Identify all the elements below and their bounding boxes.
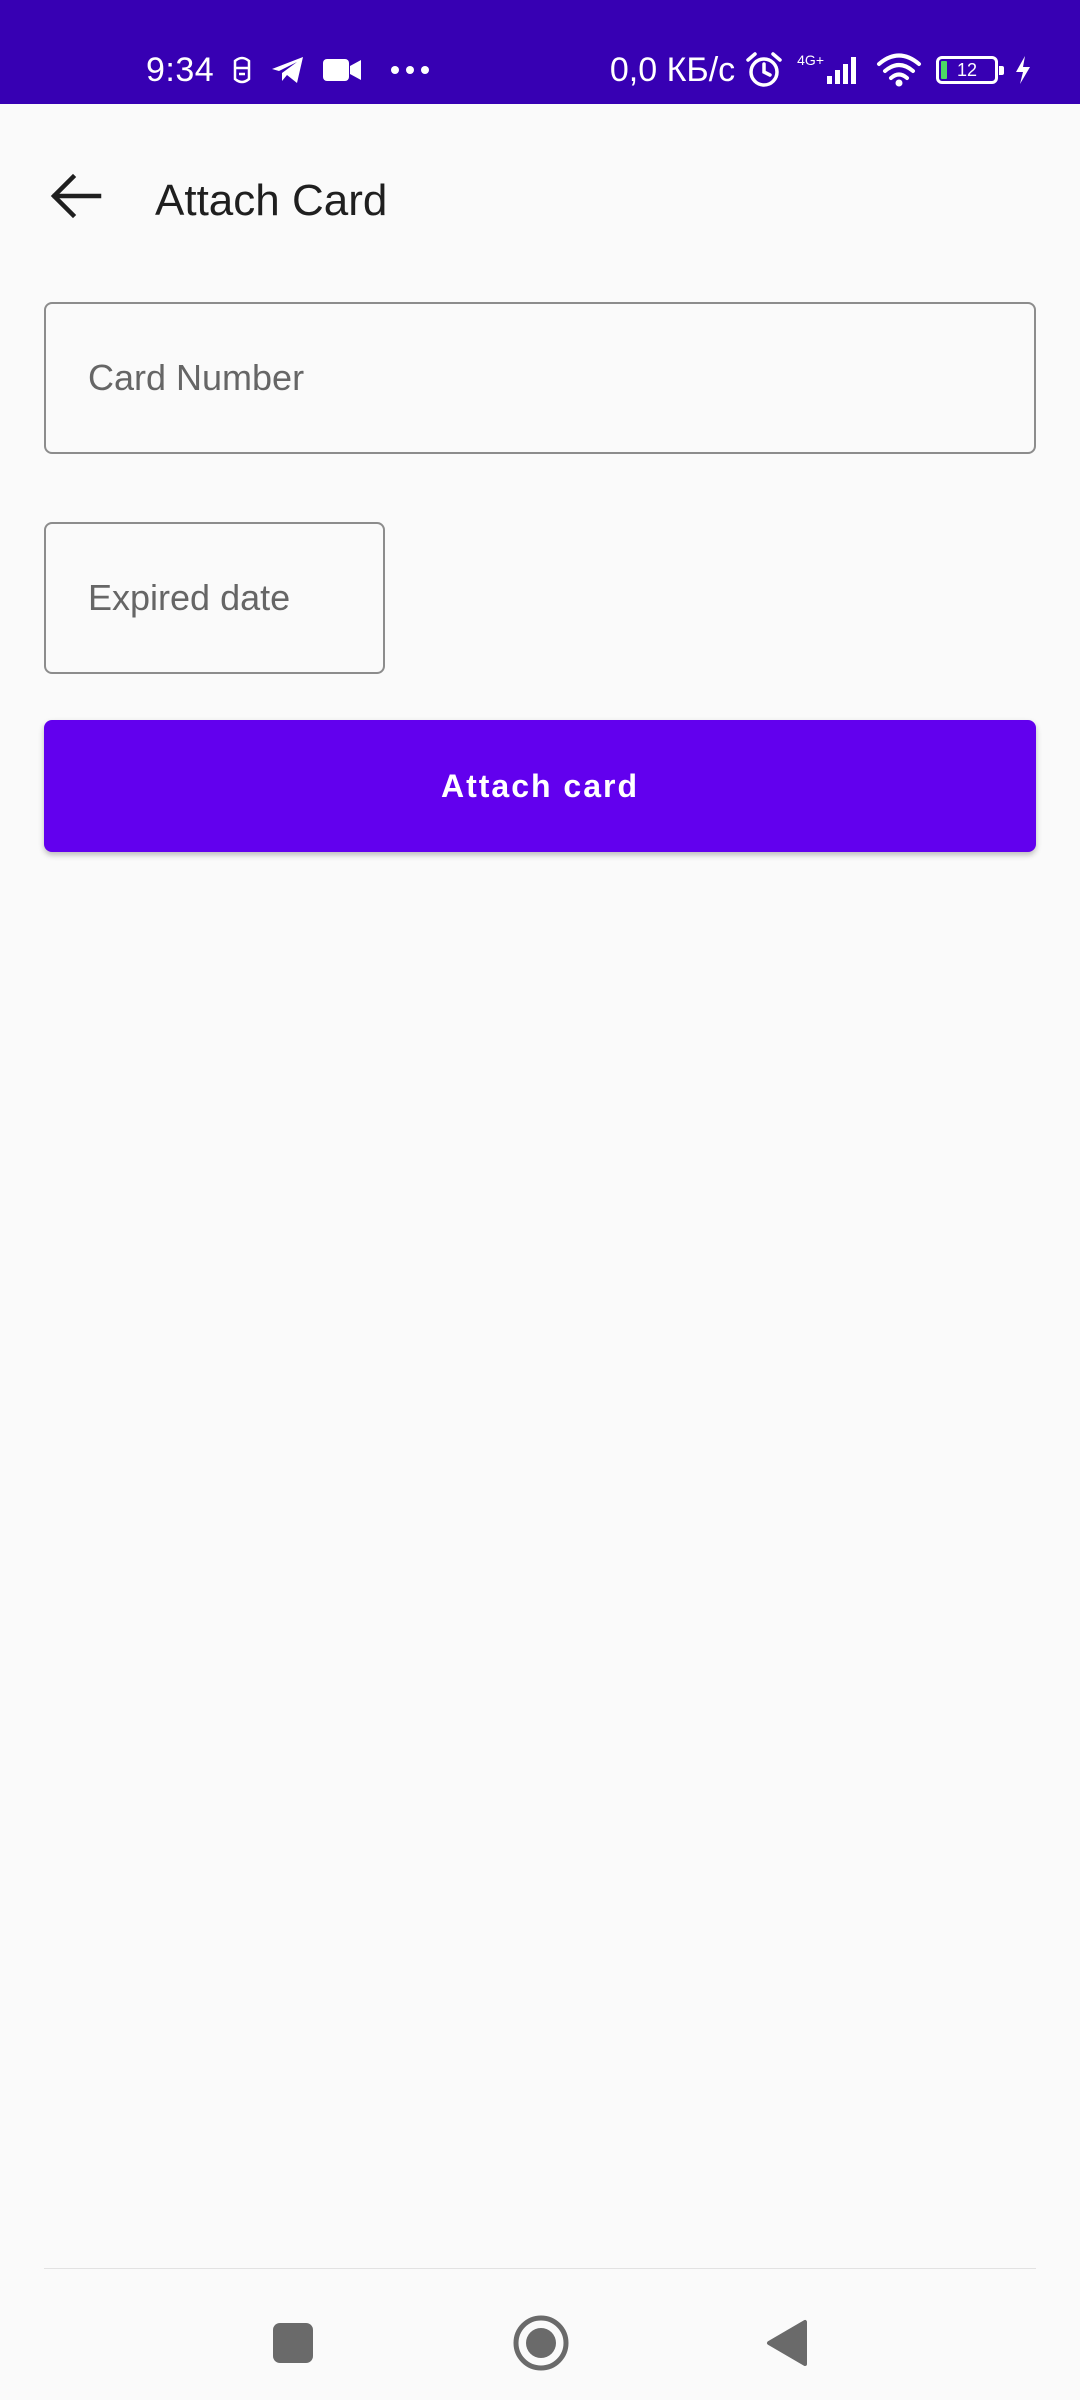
status-bar-right: 0,0 КБ/с 4G+ 12 <box>610 48 1032 92</box>
status-bar: 9:34 0,0 КБ/с 4G+ 12 <box>0 0 1080 104</box>
nav-divider <box>44 2268 1036 2269</box>
home-circle-icon <box>512 2314 570 2377</box>
network-speed: 0,0 КБ/с <box>609 50 736 89</box>
back-triangle-icon <box>765 2319 809 2372</box>
card-number-input[interactable] <box>46 304 1034 452</box>
battery-icon: 12 <box>936 56 1004 84</box>
alarm-icon <box>745 51 783 89</box>
charging-icon <box>1014 55 1032 85</box>
status-bar-left: 9:34 <box>146 48 430 92</box>
network-type: 4G+ <box>797 52 824 68</box>
recents-button[interactable] <box>258 2310 328 2380</box>
back-nav-button[interactable] <box>752 2310 822 2380</box>
recents-square-icon <box>271 2321 315 2370</box>
wifi-icon <box>876 53 922 87</box>
page-title: Attach Card <box>155 176 388 225</box>
notification-icon <box>230 55 254 85</box>
expiry-date-field[interactable] <box>44 522 385 674</box>
arrow-back-icon <box>50 173 102 224</box>
expiry-date-input[interactable] <box>46 524 383 672</box>
back-button[interactable] <box>36 158 116 238</box>
status-time: 9:34 <box>146 50 215 89</box>
home-button[interactable] <box>506 2310 576 2380</box>
app-bar: Attach Card <box>0 104 1080 304</box>
card-number-field[interactable] <box>44 302 1036 454</box>
navigation-bar <box>0 2268 1080 2400</box>
signal-icon <box>826 55 860 85</box>
attach-card-button[interactable]: Attach card <box>44 720 1036 852</box>
more-dots-icon <box>390 65 430 75</box>
telegram-icon <box>270 55 306 85</box>
battery-level: 12 <box>956 60 978 80</box>
video-camera-icon <box>322 56 362 84</box>
